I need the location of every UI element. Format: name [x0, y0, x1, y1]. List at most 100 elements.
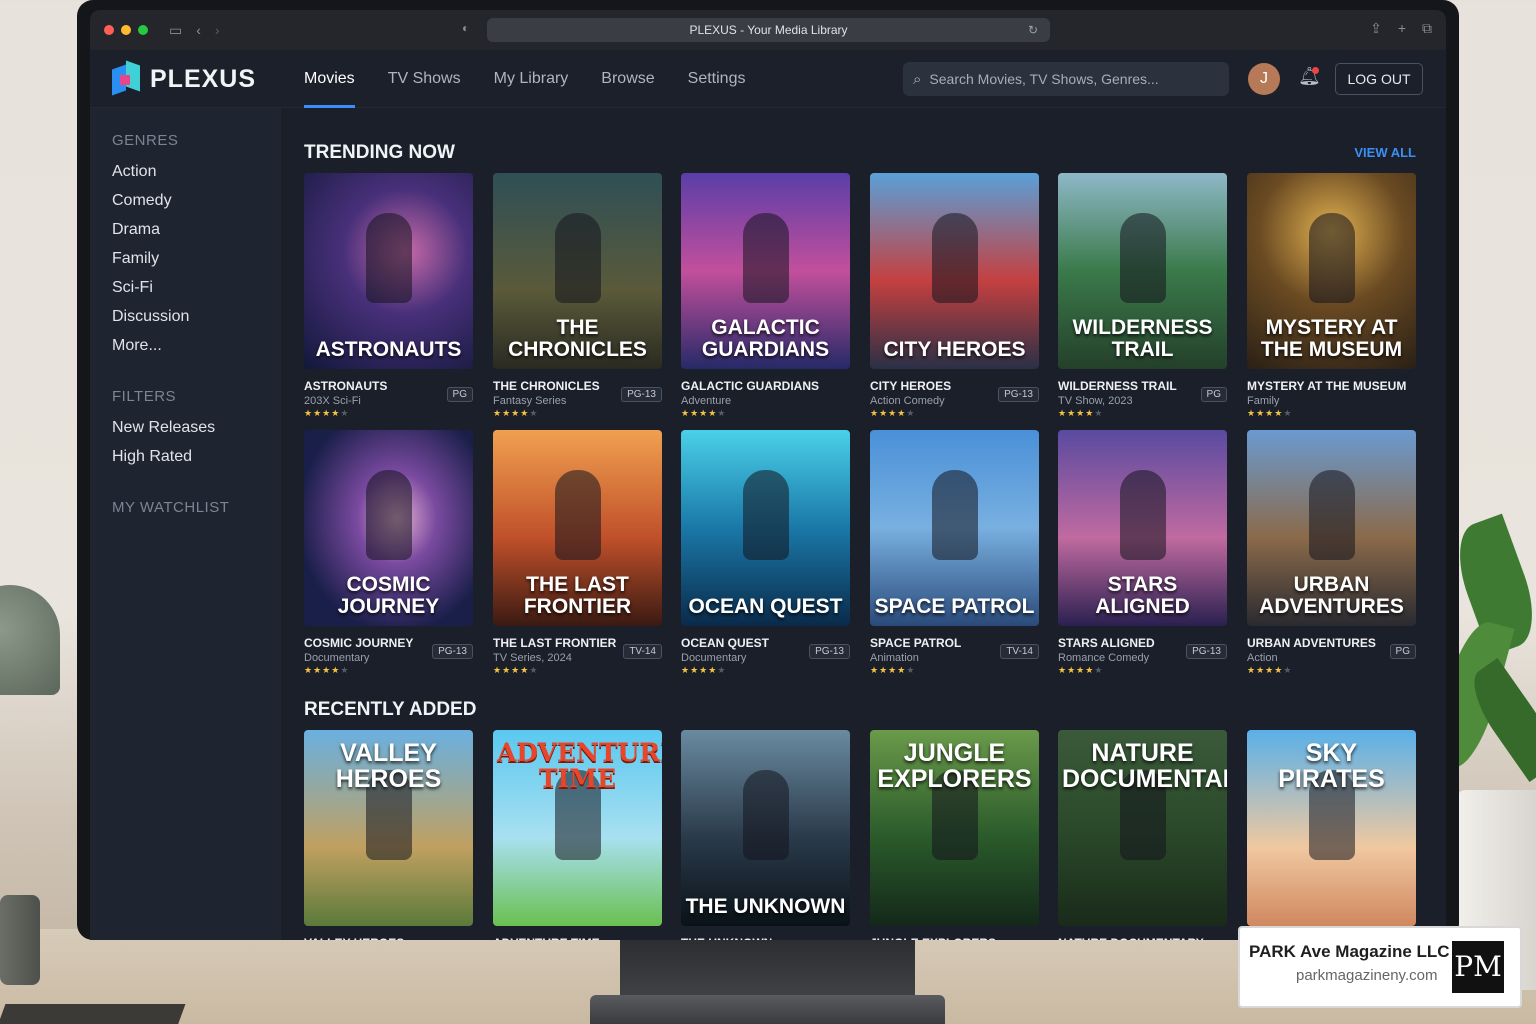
- poster-figure: [1119, 213, 1166, 303]
- filter-new-releases[interactable]: New Releases: [112, 419, 281, 448]
- card-title: JUNGLE EXPLORERS: [870, 936, 1039, 940]
- poster-image[interactable]: JUNGLE EXPLORERS: [870, 730, 1039, 926]
- watermark: PARK Ave Magazine LLC parkmagazineny.com…: [1238, 926, 1522, 1008]
- media-card[interactable]: ASTRONAUTS ASTRONAUTS 203X Sci-Fi ★★★★★ PG: [304, 173, 473, 419]
- poster-image[interactable]: THE LAST FRONTIER: [493, 430, 662, 626]
- media-card[interactable]: OCEAN QUEST OCEAN QUEST Documentary ★★★★★ PG…: [681, 430, 850, 676]
- star-icon: ★: [888, 408, 898, 418]
- maximize-window-button[interactable]: [138, 25, 148, 35]
- search-input[interactable]: [929, 71, 1210, 87]
- view-all-link[interactable]: VIEW ALL: [1354, 145, 1416, 160]
- genre-drama[interactable]: Drama: [112, 221, 281, 250]
- rating-badge: TV-14: [623, 644, 662, 659]
- new-tab-icon[interactable]: +: [1398, 20, 1406, 37]
- poster-image[interactable]: NATURE DOCUMENTARY: [1058, 730, 1227, 926]
- rating-stars: ★★★★★: [493, 408, 662, 419]
- media-card[interactable]: WILDERNESS TRAIL WILDERNESS TRAIL TV Show,…: [1058, 173, 1227, 419]
- genre-comedy[interactable]: Comedy: [112, 192, 281, 221]
- logo[interactable]: PLEXUS: [112, 60, 257, 96]
- poster-image[interactable]: URBAN ADVENTURES: [1247, 430, 1416, 626]
- media-card[interactable]: GALACTIC GUARDIANS GALACTIC GUARDIANS Adve…: [681, 173, 850, 419]
- poster-image[interactable]: THE UNKNOWN: [681, 730, 850, 926]
- media-card[interactable]: THE LAST FRONTIER THE LAST FRONTIER TV Ser…: [493, 430, 662, 676]
- star-icon: ★: [717, 408, 727, 418]
- media-card[interactable]: THE UNKNOWN THE UNKNOWN: [681, 730, 850, 940]
- star-icon: ★: [520, 408, 530, 418]
- nav-tv-shows[interactable]: TV Shows: [388, 50, 461, 108]
- rating-badge: PG: [446, 387, 473, 402]
- address-bar[interactable]: PLEXUS - Your Media Library ↻: [487, 18, 1050, 42]
- close-window-button[interactable]: [104, 25, 114, 35]
- nav-browse[interactable]: Browse: [601, 50, 654, 108]
- media-card[interactable]: VALLEY HEROES VALLEY HEROES: [304, 730, 473, 940]
- genre-more[interactable]: More...: [112, 337, 281, 366]
- poster-title: ADVENTURE TIME: [497, 738, 662, 793]
- poster-title: COSMIC JOURNEY: [337, 573, 440, 618]
- star-icon: ★: [699, 665, 709, 675]
- media-card[interactable]: NATURE DOCUMENTARY NATURE DOCUMENTARY: [1058, 730, 1227, 940]
- genre-sci-fi[interactable]: Sci-Fi: [112, 279, 281, 308]
- privacy-shield-icon[interactable]: ◐: [462, 21, 469, 35]
- poster-image[interactable]: VALLEY HEROES: [304, 730, 473, 926]
- share-icon[interactable]: ⇪: [1370, 20, 1382, 37]
- poster-title: WILDERNESS TRAIL: [1072, 316, 1213, 361]
- back-icon[interactable]: ‹: [196, 22, 201, 38]
- poster-image[interactable]: SKY PIRATES: [1247, 730, 1416, 926]
- sidebar-toggle-icon[interactable]: ▭: [169, 22, 182, 39]
- poster-image[interactable]: CITY HEROES: [870, 173, 1039, 369]
- media-card[interactable]: CITY HEROES CITY HEROES Action Comedy ★★★★★…: [870, 173, 1039, 419]
- media-card[interactable]: URBAN ADVENTURES URBAN ADVENTURES Action ★★…: [1247, 430, 1416, 676]
- genre-discussion[interactable]: Discussion: [112, 308, 281, 337]
- poster-image[interactable]: MYSTERY AT THE MUSEUM: [1247, 173, 1416, 369]
- lamp-shade: [0, 585, 60, 695]
- rating-stars: ★★★★★: [304, 665, 473, 676]
- poster-image[interactable]: ADVENTURE TIME: [493, 730, 662, 926]
- genre-family[interactable]: Family: [112, 250, 281, 279]
- poster-image[interactable]: COSMIC JOURNEY: [304, 430, 473, 626]
- poster-image[interactable]: GALACTIC GUARDIANS: [681, 173, 850, 369]
- poster-figure: [742, 213, 789, 303]
- media-card[interactable]: MYSTERY AT THE MUSEUM MYSTERY AT THE MUSE…: [1247, 173, 1416, 419]
- reload-icon[interactable]: ↻: [1028, 23, 1038, 37]
- media-card[interactable]: STARS ALIGNED STARS ALIGNED Romance Comedy…: [1058, 430, 1227, 676]
- poster-image[interactable]: SPACE PATROL: [870, 430, 1039, 626]
- media-card[interactable]: SPACE PATROL SPACE PATROL Animation ★★★★★ TV…: [870, 430, 1039, 676]
- genres-heading: GENRES: [112, 132, 179, 149]
- poster-image[interactable]: WILDERNESS TRAIL: [1058, 173, 1227, 369]
- browser-toolbar: ▭ ‹ › ◐ PLEXUS - Your Media Library ↻ ⇪ …: [90, 10, 1446, 50]
- nav-movies[interactable]: Movies: [304, 50, 355, 108]
- tab-title: PLEXUS - Your Media Library: [689, 23, 848, 37]
- filters-heading: FILTERS: [112, 388, 177, 405]
- nav-my-library[interactable]: My Library: [494, 50, 569, 108]
- poster-title: VALLEY HEROES: [335, 739, 442, 793]
- media-card[interactable]: COSMIC JOURNEY COSMIC JOURNEY Documentary ★…: [304, 430, 473, 676]
- tabs-overview-icon[interactable]: ⧉: [1422, 20, 1432, 37]
- media-card[interactable]: JUNGLE EXPLORERS JUNGLE EXPLORERS: [870, 730, 1039, 940]
- media-card[interactable]: SKY PIRATES: [1247, 730, 1416, 936]
- media-card[interactable]: THE CHRONICLES THE CHRONICLES Fantasy Seri…: [493, 173, 662, 419]
- logo-text: PLEXUS: [150, 64, 257, 93]
- star-icon: ★: [493, 665, 503, 675]
- rating-badge: PG: [1200, 387, 1227, 402]
- genre-action[interactable]: Action: [112, 163, 281, 192]
- media-card[interactable]: ADVENTURE TIME ADVENTURE TIME: [493, 730, 662, 940]
- star-icon: ★: [511, 408, 521, 418]
- star-icon: ★: [870, 408, 880, 418]
- search-box[interactable]: ⌕: [903, 62, 1229, 96]
- star-icon: ★: [681, 665, 691, 675]
- poster-image[interactable]: ASTRONAUTS: [304, 173, 473, 369]
- poster-image[interactable]: THE CHRONICLES: [493, 173, 662, 369]
- forward-icon[interactable]: ›: [215, 22, 220, 38]
- watchlist-heading[interactable]: MY WATCHLIST: [112, 499, 281, 516]
- minimize-window-button[interactable]: [121, 25, 131, 35]
- nav-settings[interactable]: Settings: [688, 50, 746, 108]
- star-icon: ★: [1067, 665, 1077, 675]
- poster-image[interactable]: STARS ALIGNED: [1058, 430, 1227, 626]
- main-nav: Movies TV Shows My Library Browse Settin…: [304, 50, 778, 108]
- poster-image[interactable]: OCEAN QUEST: [681, 430, 850, 626]
- avatar[interactable]: J: [1248, 63, 1280, 95]
- poster-figure: [742, 770, 789, 860]
- rating-stars: ★★★★★: [304, 408, 473, 419]
- filter-high-rated[interactable]: High Rated: [112, 448, 281, 477]
- logout-button[interactable]: LOG OUT: [1335, 63, 1423, 95]
